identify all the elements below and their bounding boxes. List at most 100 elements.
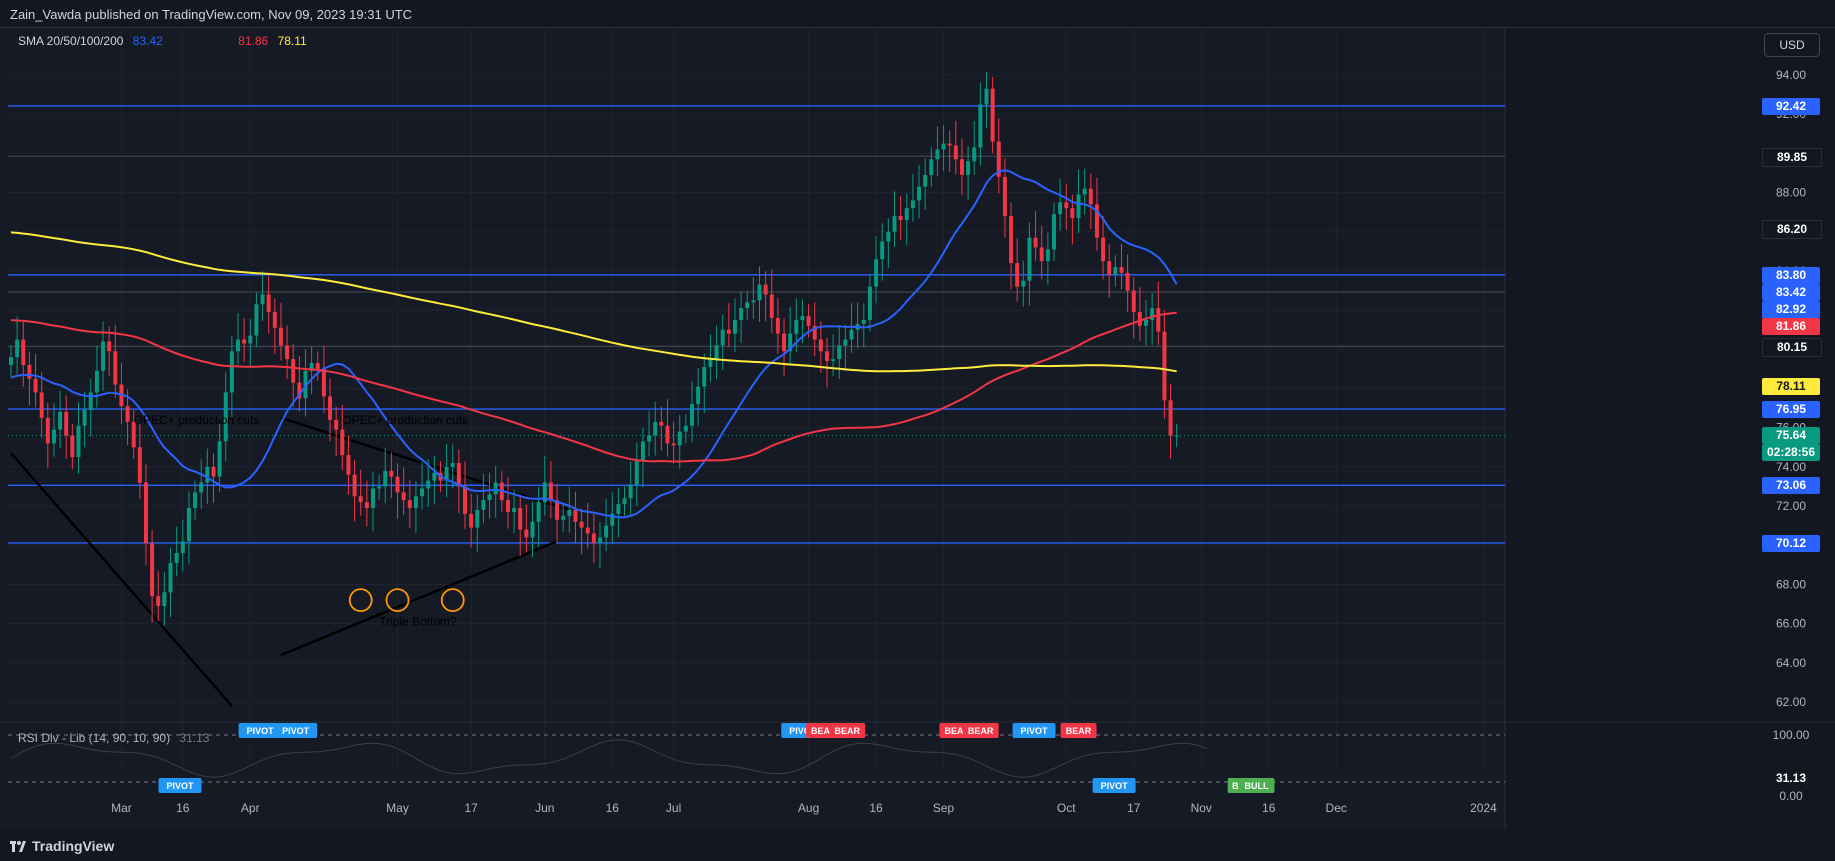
candle-body — [708, 359, 713, 367]
candle-body — [665, 425, 670, 444]
time-axis-label: Oct — [1057, 801, 1076, 815]
candle-body — [370, 488, 375, 509]
candle-body — [1125, 272, 1130, 291]
candle-body — [156, 596, 161, 606]
rsi-signal-label: PIVOT — [167, 781, 195, 791]
candle-body — [254, 304, 259, 336]
rsi-signal-label: PIVOT — [1021, 726, 1049, 736]
candle-body — [101, 341, 106, 371]
candle-body — [579, 521, 584, 528]
candle-body — [972, 147, 977, 162]
sma20-value: 83.42 — [132, 34, 163, 48]
candle-body — [401, 492, 406, 501]
candle-body — [1045, 249, 1050, 262]
candle-body — [536, 502, 541, 522]
candle-body — [1107, 261, 1112, 275]
candle-body — [1033, 237, 1038, 248]
candle-body — [205, 466, 210, 483]
candle-body — [432, 472, 437, 481]
candle-body — [143, 482, 148, 544]
sma100-value: 81.86 — [238, 34, 269, 48]
candle-body — [604, 525, 609, 538]
candle-body — [659, 421, 664, 426]
candle-body — [935, 149, 940, 160]
candle-body — [211, 466, 216, 477]
rsi-axis-label: 0.00 — [1779, 789, 1803, 803]
candle-body — [690, 404, 695, 426]
candle-body — [217, 441, 222, 477]
candle-body — [898, 216, 903, 220]
candle-body — [113, 351, 118, 385]
candle-body — [291, 359, 296, 383]
candle-body — [334, 419, 339, 430]
candle-body — [321, 368, 326, 397]
price-axis-label: 62.00 — [1776, 695, 1806, 709]
candle-body — [959, 159, 964, 175]
candle-body — [1137, 312, 1142, 326]
candle-body — [1088, 188, 1093, 205]
candle-body — [757, 284, 762, 301]
price-axis-label: 72.00 — [1776, 499, 1806, 513]
time-axis-label: 17 — [464, 801, 478, 815]
price-chart[interactable]: Mar 16 Apr May 17 Jun 16 Jul Aug 16 Sep Oct 17 Nov 16 D… — [0, 28, 1835, 830]
candle-body — [1070, 208, 1075, 219]
candle-body — [892, 216, 897, 232]
candle-body — [364, 502, 369, 509]
time-axis-label: May — [386, 801, 409, 815]
tradingview-logo: TradingView — [10, 838, 114, 854]
candle-body — [751, 300, 756, 303]
candle-body — [168, 562, 173, 593]
price-tag: 83.80 — [1762, 266, 1820, 284]
candle-body — [285, 345, 290, 360]
candle-body — [9, 357, 13, 365]
price-axis-label: 66.00 — [1776, 617, 1806, 631]
candle-body — [248, 335, 253, 344]
price-tag: 83.42 — [1762, 283, 1820, 301]
candle-body — [242, 339, 247, 344]
candle-body — [266, 294, 271, 313]
rsi-signal-label: BEA — [944, 726, 964, 736]
publisher-line: Zain_Vawda published on TradingView.com,… — [10, 7, 413, 22]
candle-body — [413, 496, 418, 509]
candle-body — [573, 509, 578, 522]
time-axis-label: Mar — [111, 801, 132, 815]
candle-body — [1101, 237, 1106, 262]
chart-annotation: OPEC+ production cuts — [134, 413, 260, 427]
candle-body — [1082, 188, 1087, 195]
candle-body — [714, 345, 719, 360]
currency-button[interactable]: USD — [1764, 33, 1820, 57]
candle-body — [1009, 216, 1014, 264]
candle-body — [769, 294, 774, 318]
candle-body — [597, 537, 602, 544]
candle-body — [1156, 308, 1161, 332]
time-axis-label: Jul — [666, 801, 681, 815]
candle-body — [794, 319, 799, 334]
candle-body — [763, 284, 768, 295]
publisher-header: Zain_Vawda published on TradingView.com,… — [0, 0, 1835, 28]
candle-body — [150, 543, 155, 597]
time-axis-label: Dec — [1326, 801, 1347, 815]
candle-body — [186, 508, 191, 542]
candle-body — [1076, 194, 1081, 219]
candle-body — [272, 312, 277, 328]
candle-body — [395, 476, 400, 493]
candle-body — [278, 327, 283, 346]
candle-body — [58, 412, 63, 430]
candle-body — [383, 470, 388, 487]
candle-body — [1051, 214, 1056, 250]
candle-body — [818, 339, 823, 352]
rsi-legend: RSI Div - Lib (14, 90, 10, 90) 31.13 — [18, 731, 209, 745]
candle-body — [340, 429, 345, 456]
price-tag: 70.12 — [1762, 534, 1820, 552]
candle-body — [33, 378, 38, 393]
candle-body — [137, 447, 142, 483]
candle-body — [352, 474, 357, 497]
candle-body — [953, 145, 958, 160]
candle-body — [837, 345, 842, 360]
candle-body — [180, 541, 185, 554]
candle-body — [70, 435, 75, 458]
candle-body — [634, 460, 639, 485]
candle-body — [984, 88, 989, 105]
candle-body — [978, 104, 983, 148]
price-tag: 82.92 — [1762, 300, 1820, 318]
